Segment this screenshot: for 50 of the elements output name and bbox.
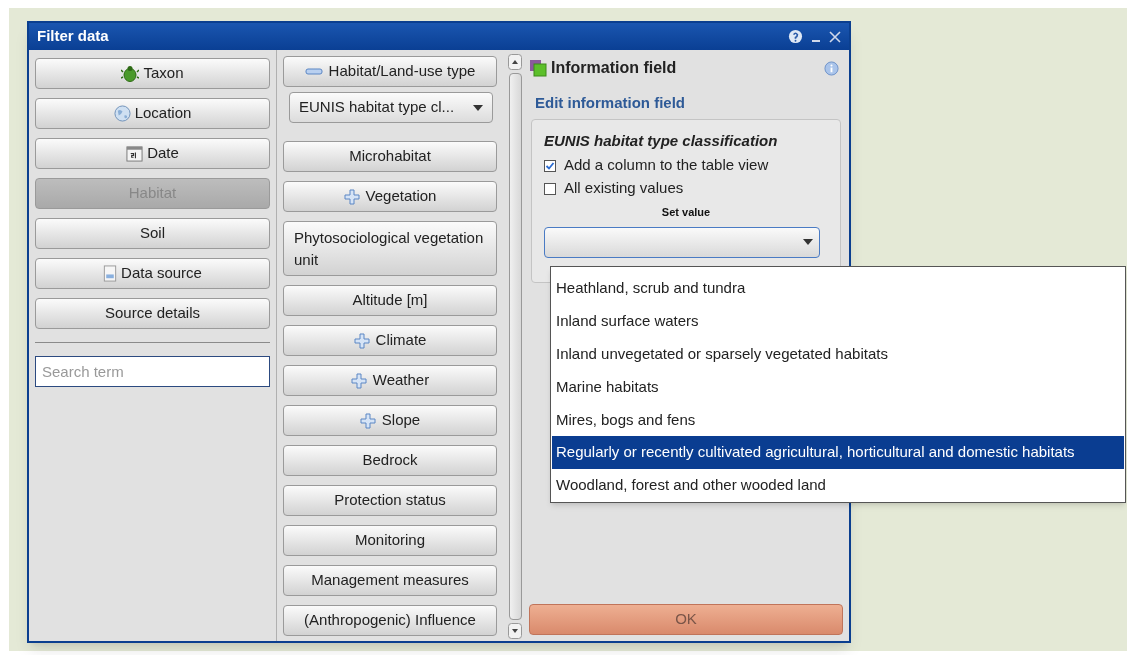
field-button[interactable]: Habitat/Land-use type — [283, 56, 497, 87]
category-button[interactable]: Date — [35, 138, 270, 169]
category-button[interactable]: Location — [35, 98, 270, 129]
dropdown-option[interactable]: Regularly or recently cultivated agricultural, horticultural and domestic habitats — [552, 436, 1124, 470]
field-button[interactable]: Vegetation — [283, 181, 497, 212]
scroll-thumb[interactable] — [508, 73, 522, 620]
field-button[interactable]: Climate — [283, 325, 497, 356]
dropdown-option[interactable]: Inland unvegetated or sparsely vegetated habitats — [552, 337, 1124, 371]
field-button[interactable]: Bedrock — [283, 445, 497, 476]
scroll-up-icon[interactable] — [508, 54, 522, 70]
checkbox[interactable] — [544, 159, 556, 172]
set-value-label: Set value — [661, 205, 711, 220]
document-icon — [103, 265, 118, 282]
field-button[interactable]: Management measures — [283, 565, 497, 596]
dropdown-option[interactable]: Heathland, scrub and tundra — [552, 272, 1124, 305]
field-button[interactable]: Protection status — [283, 485, 497, 516]
dropdown-option[interactable]: Marine habitats — [552, 370, 1124, 404]
caret-icon — [803, 239, 813, 245]
category-button[interactable]: Taxon — [35, 58, 270, 89]
panel-subtitle: Edit information field — [535, 93, 686, 113]
panel-title: Information field — [551, 58, 677, 78]
dropdown-option[interactable]: Woodland, forest and other wooded land — [552, 469, 1124, 502]
field-button[interactable]: Altitude [m] — [283, 285, 497, 316]
group-title: EUNIS habitat type classification — [544, 130, 779, 151]
dropdown-option[interactable]: Inland surface waters — [552, 304, 1124, 338]
layers-icon — [529, 59, 547, 77]
category-button[interactable]: Data source — [35, 258, 270, 289]
field-button[interactable]: Microhabitat — [283, 141, 497, 172]
field-select[interactable]: EUNIS habitat type cl... — [289, 92, 493, 123]
dropdown-option[interactable]: Mires, bogs and fens — [552, 403, 1124, 437]
category-button[interactable]: Soil — [35, 218, 270, 249]
help-icon[interactable] — [788, 29, 803, 44]
window-title: Filter data — [37, 26, 109, 47]
field-button[interactable]: (Anthropogenic) Influence — [283, 605, 497, 636]
checkbox[interactable] — [544, 182, 556, 195]
calendar-icon — [126, 145, 144, 162]
scroll-down-icon[interactable] — [508, 623, 522, 639]
field-button[interactable]: Weather — [283, 365, 497, 396]
field-button[interactable]: Monitoring — [283, 525, 497, 556]
category-button[interactable]: Source details — [35, 298, 270, 329]
value-select[interactable] — [544, 226, 820, 258]
search-field[interactable]: Search term — [35, 356, 270, 387]
globe-icon — [113, 105, 131, 122]
close-icon[interactable] — [829, 30, 841, 43]
bug-icon — [121, 64, 140, 83]
field-button[interactable]: Slope — [283, 405, 497, 436]
checkbox-option[interactable]: All existing values — [544, 177, 828, 200]
field-button[interactable]: Phytosociological vegetation unit — [283, 221, 497, 276]
caret-icon — [473, 104, 483, 111]
checkbox-option[interactable]: Add a column to the table view — [544, 154, 828, 177]
